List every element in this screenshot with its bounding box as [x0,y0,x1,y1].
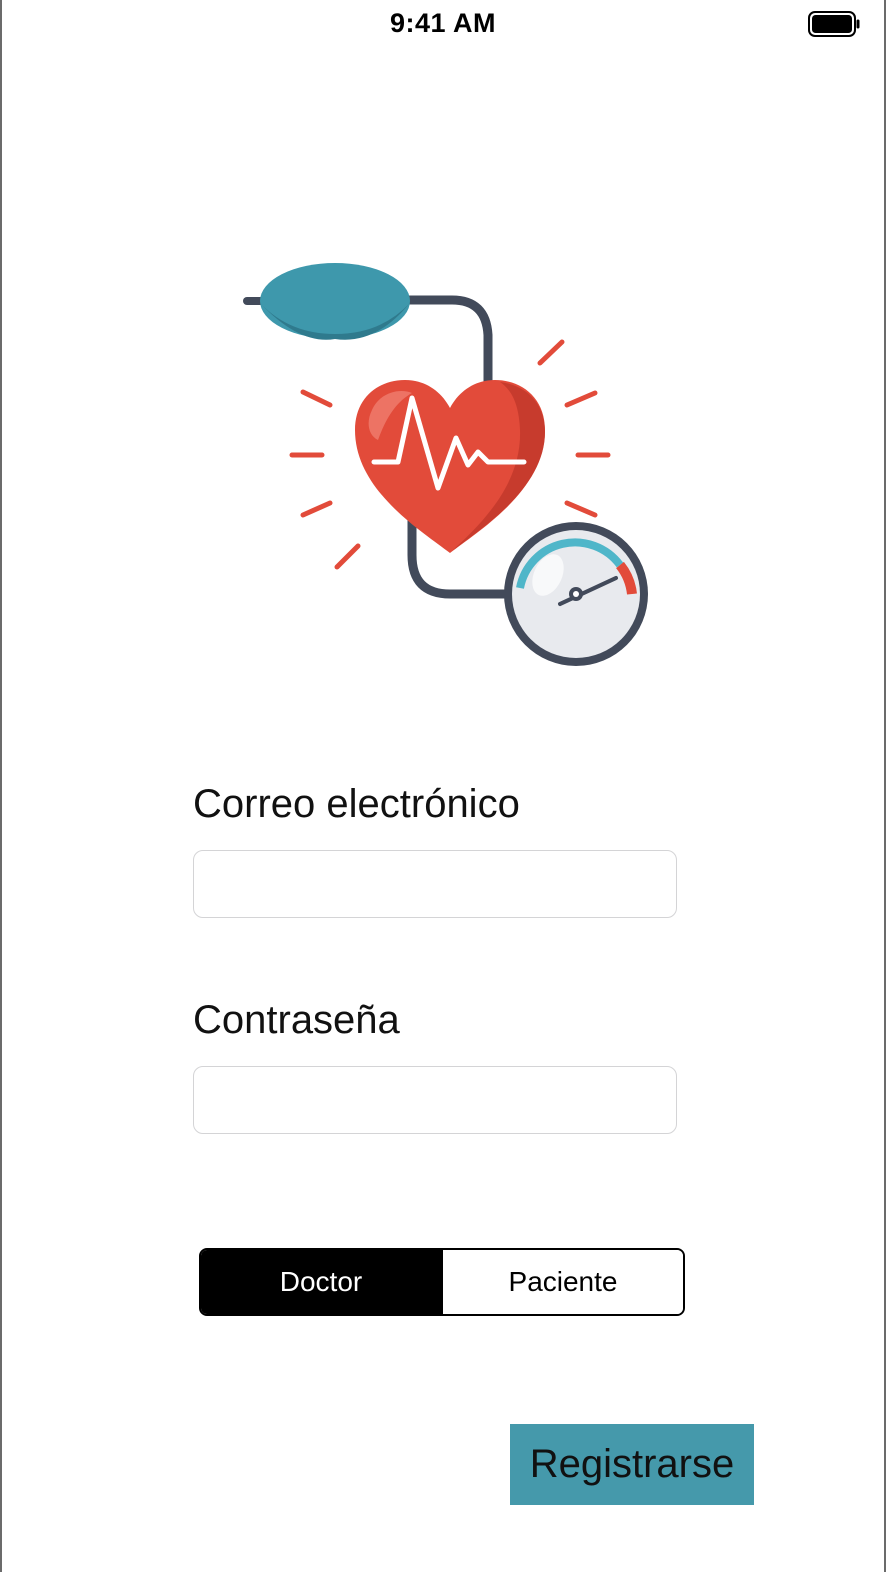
status-bar: 9:41 AM [0,0,886,50]
segment-doctor[interactable]: Doctor [201,1250,441,1314]
battery-full-icon [808,11,860,37]
password-field[interactable] [193,1066,677,1134]
email-field[interactable] [193,850,677,918]
role-segmented-control: Doctor Paciente [199,1248,685,1316]
frame-edge-left [0,0,2,1572]
password-label: Contraseña [193,998,400,1042]
segment-paciente[interactable]: Paciente [441,1250,683,1314]
email-label: Correo electrónico [193,782,520,826]
register-button[interactable]: Registrarse [510,1424,754,1505]
status-time: 9:41 AM [389,8,497,38]
blood-pressure-heart-icon [243,263,648,666]
